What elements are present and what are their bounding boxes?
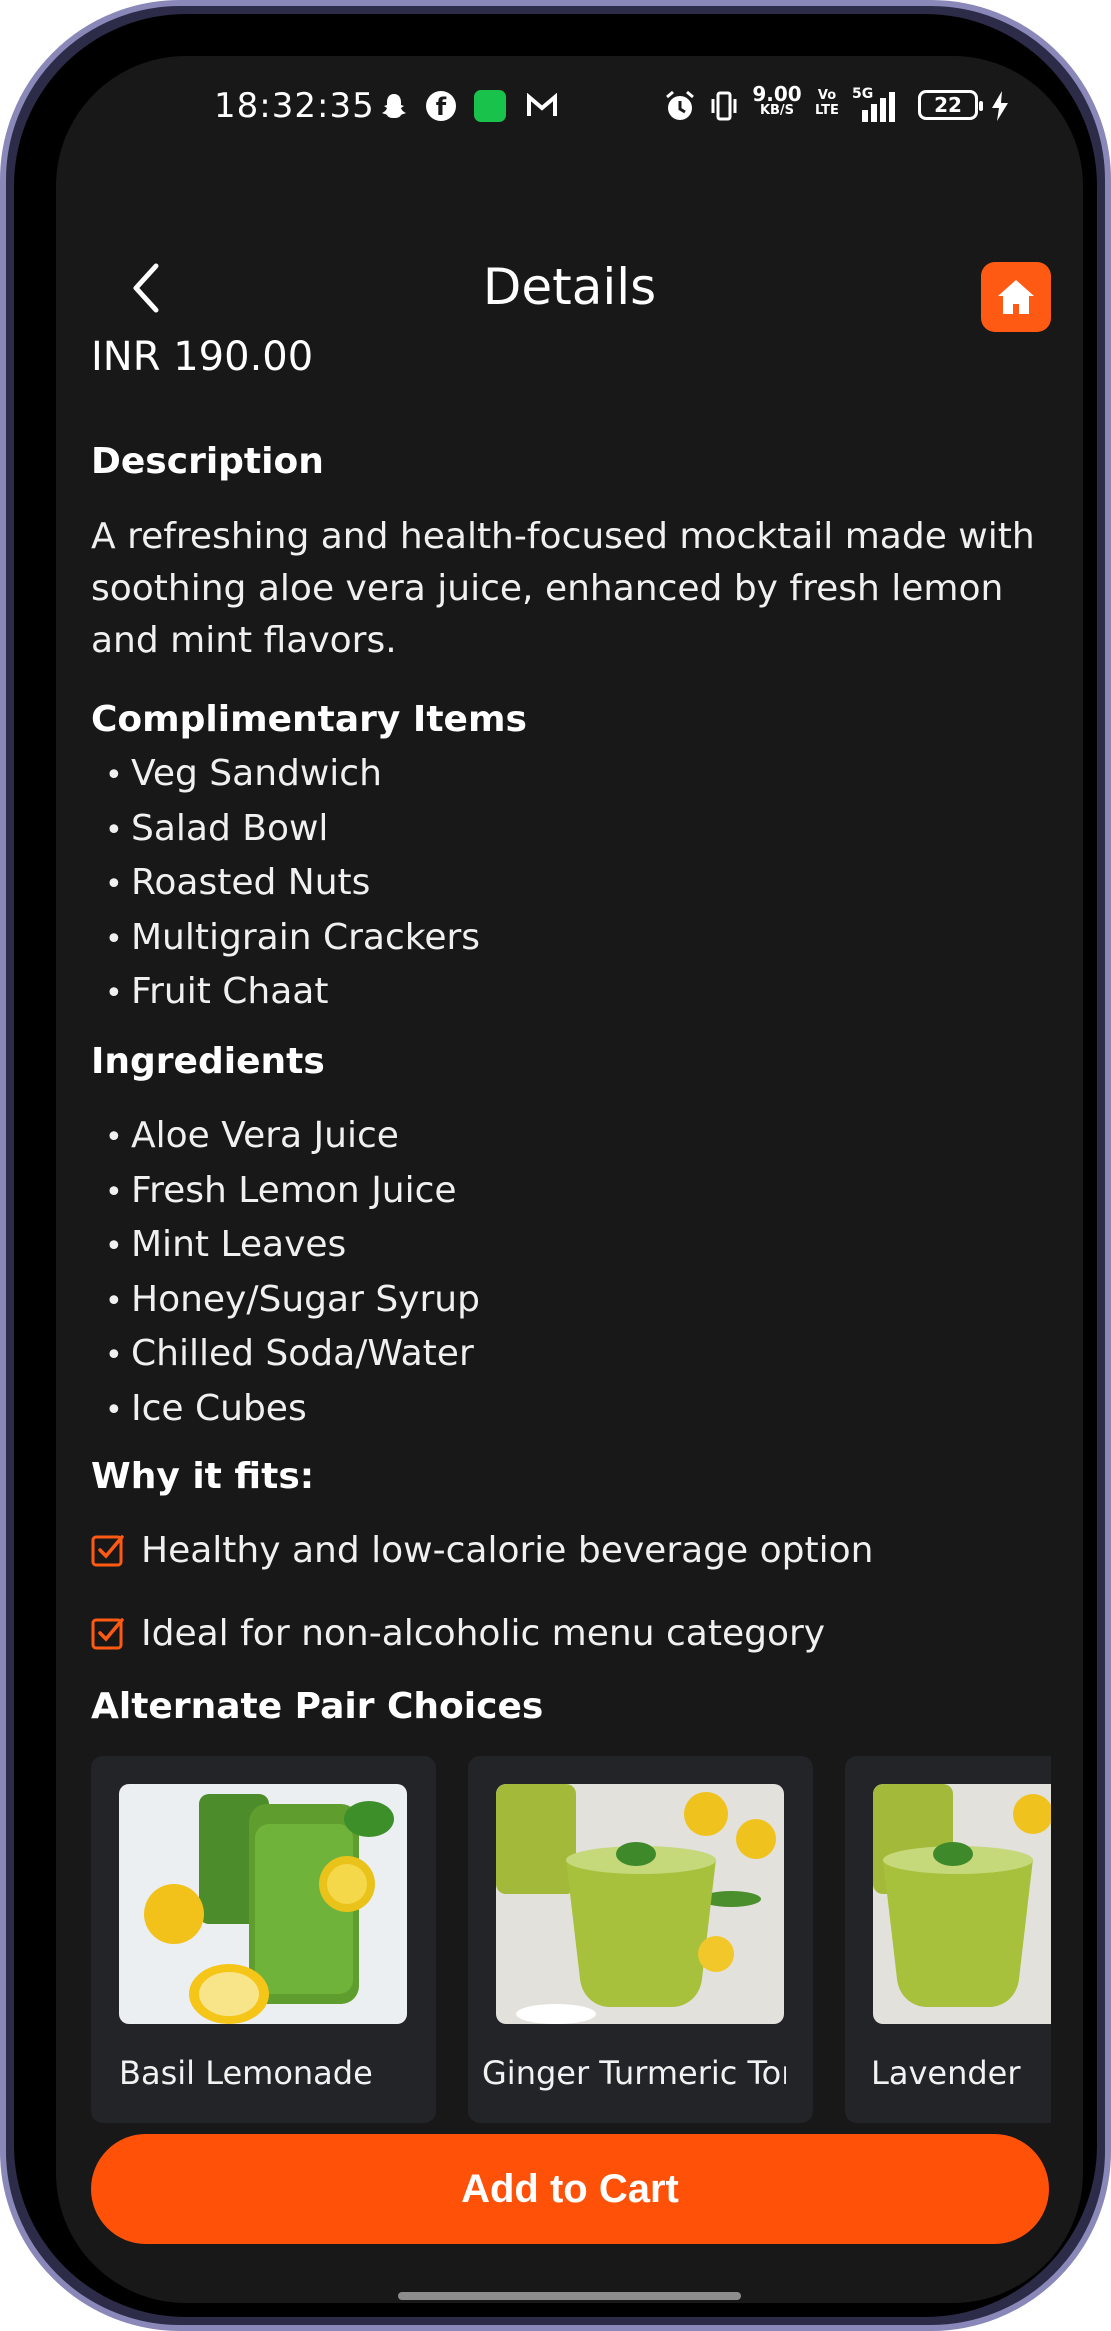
pair-card-basil-lemonade[interactable]: Basil Lemonade bbox=[91, 1756, 436, 2123]
gmail-icon bbox=[522, 86, 562, 126]
description-text: A refreshing and health-focused mocktail… bbox=[91, 516, 1035, 661]
ingredients-title: Ingredients bbox=[91, 1041, 325, 1082]
product-price: INR 190.00 bbox=[91, 334, 314, 380]
complimentary-list: Veg Sandwich Salad Bowl Roasted Nuts Mul… bbox=[105, 748, 480, 1021]
volte-indicator: Vo LTE bbox=[812, 88, 842, 118]
app-screen: 18:32:35 f 9.00 KB/S Vo LTE 5G 22 Detail… bbox=[56, 56, 1083, 2303]
pair-card-ginger-turmeric-tonic[interactable]: Ginger Turmeric Tonic bbox=[468, 1756, 813, 2123]
pair-image bbox=[496, 1784, 784, 2024]
alternate-pairs-title: Alternate Pair Choices bbox=[91, 1686, 544, 1727]
facebook-icon: f bbox=[422, 86, 460, 126]
vibrate-icon bbox=[706, 86, 742, 126]
pair-name: Lavender Lemonade bbox=[871, 2054, 1023, 2092]
pair-card-lavender-lemonade[interactable]: Lavender Lemonade bbox=[845, 1756, 1051, 2123]
volte-bottom: LTE bbox=[815, 103, 839, 118]
pair-image bbox=[873, 1784, 1051, 2024]
status-time: 18:32:35 bbox=[214, 86, 375, 126]
signal-icon: 5G bbox=[852, 86, 900, 124]
checkbox-checked-icon bbox=[91, 1535, 124, 1567]
description-title: Description bbox=[91, 441, 324, 482]
pair-name: Ginger Turmeric Tonic bbox=[482, 2054, 786, 2092]
list-item: Ice Cubes bbox=[105, 1383, 480, 1438]
alarm-icon bbox=[660, 86, 700, 126]
snapchat-icon bbox=[374, 86, 414, 126]
list-item: Chilled Soda/Water bbox=[105, 1328, 480, 1383]
list-item: Multigrain Crackers bbox=[105, 912, 480, 967]
charging-icon bbox=[986, 86, 1014, 126]
ingredients-list: Aloe Vera Juice Fresh Lemon Juice Mint L… bbox=[105, 1110, 480, 1437]
status-bar: 18:32:35 f 9.00 KB/S Vo LTE 5G 22 bbox=[56, 56, 1083, 166]
home-indicator[interactable] bbox=[398, 2292, 741, 2300]
why-it-fits-title: Why it fits: bbox=[91, 1456, 315, 1497]
list-item: Honey/Sugar Syrup bbox=[105, 1274, 480, 1329]
fit-item: Ideal for non-alcoholic menu category bbox=[91, 1608, 825, 1658]
phone-frame: 18:32:35 f 9.00 KB/S Vo LTE 5G 22 Detail… bbox=[0, 0, 1111, 2331]
phone-bezel: 18:32:35 f 9.00 KB/S Vo LTE 5G 22 Detail… bbox=[14, 14, 1097, 2317]
home-icon bbox=[998, 280, 1034, 314]
complimentary-title: Complimentary Items bbox=[91, 699, 527, 740]
list-item: Fresh Lemon Juice bbox=[105, 1165, 480, 1220]
fit-text: Healthy and low-calorie beverage option bbox=[141, 1529, 874, 1571]
network-speed: 9.00 KB/S bbox=[748, 84, 806, 118]
checkbox-checked-icon bbox=[91, 1618, 124, 1650]
details-content[interactable]: INR 190.00 Description A refreshing and … bbox=[91, 326, 1051, 2166]
volte-top: Vo bbox=[817, 88, 837, 103]
list-item: Mint Leaves bbox=[105, 1219, 480, 1274]
page-title: Details bbox=[482, 258, 657, 316]
list-item: Aloe Vera Juice bbox=[105, 1110, 480, 1165]
alternate-pairs-carousel[interactable]: Basil Lemonade Ginger Turmeric To Lavend… bbox=[91, 1756, 1051, 2126]
list-item: Veg Sandwich bbox=[105, 748, 480, 803]
list-item: Salad Bowl bbox=[105, 803, 480, 858]
list-item: Roasted Nuts bbox=[105, 857, 480, 912]
pair-image bbox=[119, 1784, 407, 2024]
list-item: Fruit Chaat bbox=[105, 966, 480, 1021]
fit-item: Healthy and low-calorie beverage option bbox=[91, 1525, 873, 1575]
speed-unit: KB/S bbox=[759, 103, 795, 118]
home-button[interactable] bbox=[981, 262, 1051, 332]
battery-icon: 22 bbox=[918, 90, 983, 120]
app-icon bbox=[472, 86, 508, 126]
add-to-cart-button[interactable]: Add to Cart bbox=[91, 2134, 1049, 2244]
fit-text: Ideal for non-alcoholic menu category bbox=[141, 1612, 826, 1654]
pair-name: Basil Lemonade bbox=[119, 2054, 373, 2092]
